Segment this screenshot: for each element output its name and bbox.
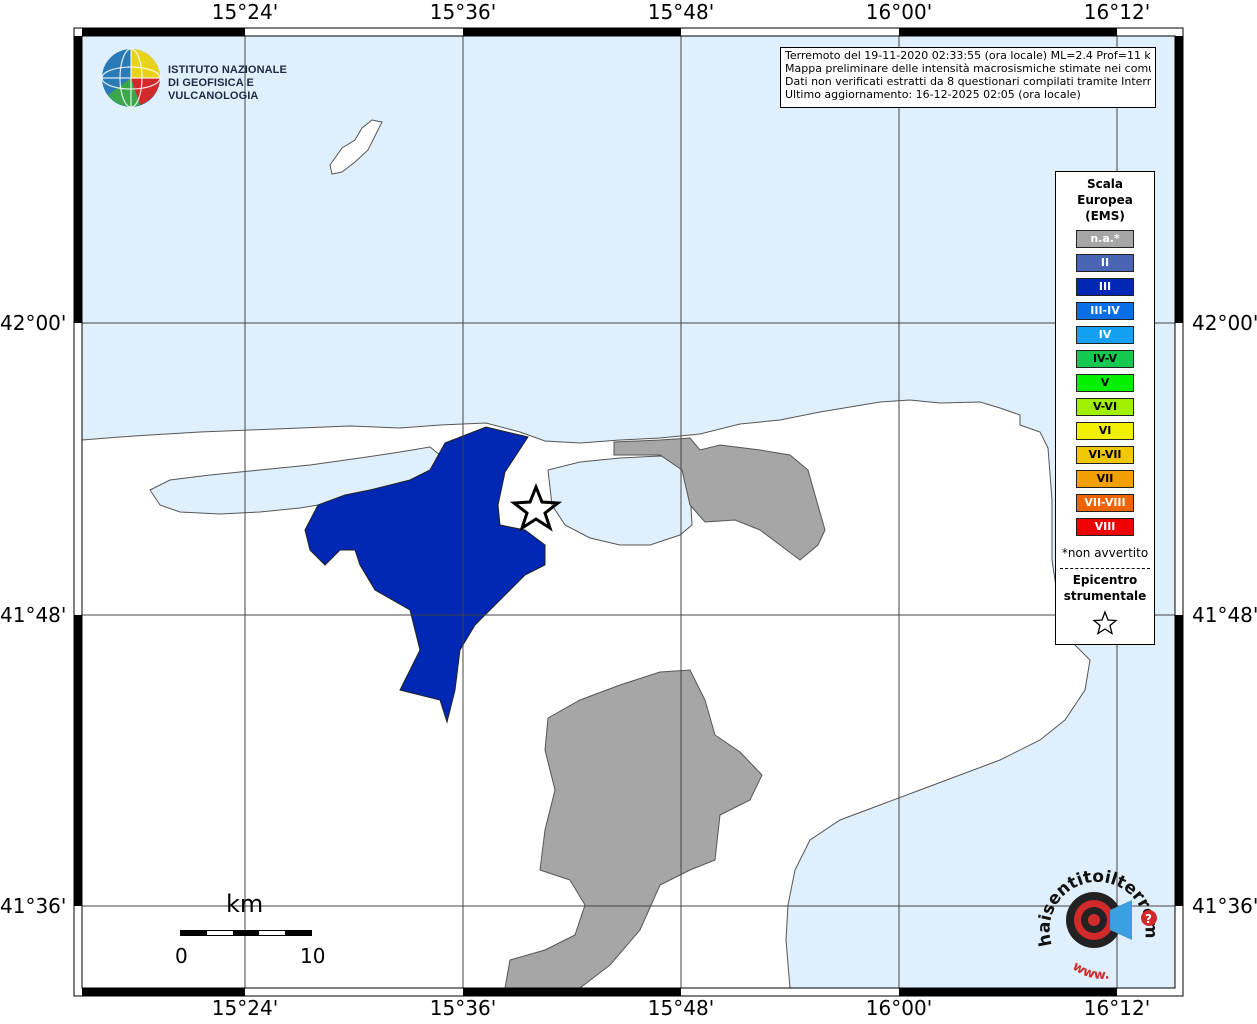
legend-divider: [1060, 568, 1150, 569]
legend-swatch: VII-VIII: [1076, 494, 1134, 512]
lat-tick-right: 41°48': [1192, 603, 1257, 627]
scale-bar: km 0 10: [170, 890, 340, 970]
info-line: Dati non verificati estratti da 8 questi…: [785, 75, 1151, 88]
lon-tick-top: 15°36': [429, 0, 497, 24]
legend-swatch: IV-V: [1076, 350, 1134, 368]
hsi-logo: haisentitoilterremoto.it www. ?: [1032, 860, 1161, 983]
star-icon: [1092, 610, 1118, 635]
legend-swatch: VI: [1076, 422, 1134, 440]
lon-tick-bottom: 15°36': [429, 996, 497, 1020]
lat-tick-right: 42°00': [1192, 311, 1257, 335]
lon-tick-bottom: 15°48': [647, 996, 715, 1020]
lon-tick-top: 15°24': [211, 0, 279, 24]
svg-text:?: ?: [1145, 912, 1152, 926]
legend-swatch: II: [1076, 254, 1134, 272]
lat-tick-right: 41°36': [1192, 894, 1257, 918]
legend-swatch: n.a.*: [1076, 230, 1134, 248]
legend-swatch: III-IV: [1076, 302, 1134, 320]
globe-logo-icon: [101, 48, 161, 108]
lat-tick-left: 41°36': [0, 894, 67, 918]
legend-swatch: VIII: [1076, 518, 1134, 536]
event-info-box: Terremoto del 19-11-2020 02:33:55 (ora l…: [780, 47, 1156, 108]
legend-title: Scala Europea (EMS): [1077, 177, 1133, 223]
scale-unit: km: [226, 890, 264, 918]
info-line: Ultimo aggiornamento: 16-12-2025 02:05 (…: [785, 88, 1081, 101]
info-line: Terremoto del 19-11-2020 02:33:55 (ora l…: [785, 49, 1151, 62]
lon-tick-top: 15°48': [647, 0, 715, 24]
epicentre-label: Epicentro strumentale: [1063, 573, 1147, 603]
ingv-logo: ISTITUTO NAZIONALE DI GEOFISICA E VULCAN…: [100, 47, 340, 109]
ems-legend: Scala Europea (EMS) n.a.* II III III-IV IV IV…: [1055, 171, 1155, 645]
legend-swatch: VI-VII: [1076, 446, 1134, 464]
lon-tick-top: 16°12': [1083, 0, 1151, 24]
scale-ruler: [180, 930, 312, 936]
legend-swatch: V: [1076, 374, 1134, 392]
scale-max: 10: [300, 944, 326, 968]
scale-min: 0: [175, 944, 188, 968]
legend-swatch: III: [1076, 278, 1134, 296]
legend-swatch: V-VI: [1076, 398, 1134, 416]
lat-tick-left: 42°00': [0, 311, 67, 335]
lon-tick-bottom: 16°00': [865, 996, 933, 1020]
info-line: Mappa preliminare delle intensità macros…: [785, 62, 1151, 75]
lon-tick-bottom: 16°12': [1083, 996, 1151, 1020]
legend-swatch: IV: [1076, 326, 1134, 344]
legend-note: *non avvertito: [1061, 546, 1149, 560]
legend-swatch: VII: [1076, 470, 1134, 488]
lon-tick-bottom: 15°24': [211, 996, 279, 1020]
lat-tick-left: 41°48': [0, 603, 67, 627]
lon-tick-top: 16°00': [865, 0, 933, 24]
brand-prefix: www.: [1070, 959, 1110, 983]
institute-name: ISTITUTO NAZIONALE DI GEOFISICA E VULCAN…: [168, 64, 287, 102]
